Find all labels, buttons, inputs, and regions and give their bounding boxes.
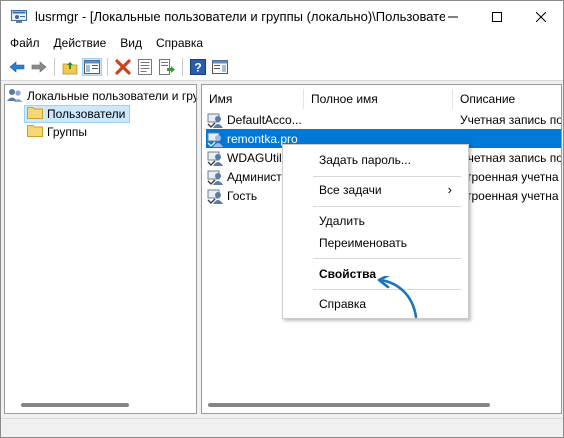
tree-horizontal-scrollbar[interactable] xyxy=(7,401,195,409)
title-bar: lusrmgr - [Локальные пользователи и груп… xyxy=(1,1,563,33)
folder-icon xyxy=(27,106,43,122)
tree-item-root[interactable]: Локальные пользователи и гру xyxy=(7,87,197,106)
menu-separator xyxy=(313,206,461,207)
lusrmgr-window: lusrmgr - [Локальные пользователи и груп… xyxy=(0,0,564,438)
toolbar: ? xyxy=(1,53,563,81)
tree-item-label: Группы xyxy=(47,125,87,139)
annotation-arrow-icon xyxy=(377,276,418,319)
menu-item-all-tasks[interactable]: Все задачи › xyxy=(283,180,468,200)
menu-separator xyxy=(313,258,461,259)
show-hide-action-pane-icon[interactable] xyxy=(210,58,230,76)
column-header-full-name[interactable]: Полное имя xyxy=(304,89,452,109)
help-icon[interactable]: ? xyxy=(188,58,208,76)
menu-separator xyxy=(313,176,461,177)
menu-item-label: Все задачи xyxy=(319,183,382,197)
user-description: строенная учетна xyxy=(460,188,559,203)
user-description: строенная учетна xyxy=(460,169,559,184)
svg-text:?: ? xyxy=(194,61,201,75)
maximize-button[interactable] xyxy=(475,1,519,33)
toolbar-separator xyxy=(54,58,55,76)
lusrmgr-app-icon xyxy=(11,10,27,24)
properties-icon[interactable] xyxy=(135,58,155,76)
tree-item-users[interactable]: Пользователи xyxy=(24,105,130,123)
toolbar-separator xyxy=(182,58,183,76)
folder-icon xyxy=(27,124,43,140)
user-icon xyxy=(207,112,223,128)
forward-arrow-icon[interactable] xyxy=(29,58,49,76)
show-hide-tree-icon[interactable] xyxy=(82,58,102,76)
menu-item-rename[interactable]: Переименовать xyxy=(283,233,468,253)
column-header-description[interactable]: Описание xyxy=(453,89,561,109)
user-icon xyxy=(207,150,223,166)
user-icon xyxy=(207,131,223,147)
menu-item-delete[interactable]: Удалить xyxy=(283,211,468,231)
menu-help[interactable]: Справка xyxy=(149,33,210,53)
window-title: lusrmgr - [Локальные пользователи и груп… xyxy=(35,9,445,24)
list-item[interactable]: DefaultAcco... Учетная запись по xyxy=(206,110,562,129)
user-icon xyxy=(207,188,223,204)
console-tree: Локальные пользователи и гру Пользовател… xyxy=(4,84,197,414)
menu-action[interactable]: Действие xyxy=(47,33,114,53)
user-icon xyxy=(207,169,223,185)
status-bar xyxy=(1,418,563,437)
tree-item-groups[interactable]: Группы xyxy=(25,123,125,141)
list-horizontal-scrollbar[interactable] xyxy=(204,401,560,409)
chevron-right-icon: › xyxy=(447,182,452,197)
scrollbar-thumb[interactable] xyxy=(208,403,490,407)
up-folder-icon[interactable] xyxy=(60,58,80,76)
minimize-button[interactable] xyxy=(431,1,475,33)
delete-icon[interactable] xyxy=(113,58,133,76)
menu-view[interactable]: Вид xyxy=(113,33,149,53)
user-name: DefaultAcco... xyxy=(227,112,302,127)
back-arrow-icon[interactable] xyxy=(7,58,27,76)
close-button[interactable] xyxy=(519,1,563,33)
toolbar-separator xyxy=(107,58,108,76)
scrollbar-thumb[interactable] xyxy=(21,403,129,407)
user-description: Учетная запись по xyxy=(460,150,562,165)
tree-item-label: Пользователи xyxy=(47,107,126,121)
column-header-name[interactable]: Имя xyxy=(202,89,302,109)
export-list-icon[interactable] xyxy=(157,58,177,76)
menu-file[interactable]: Файл xyxy=(1,33,47,53)
local-users-groups-icon xyxy=(7,87,23,106)
menu-bar: Файл Действие Вид Справка xyxy=(1,33,563,53)
tree-root-label: Локальные пользователи и гру xyxy=(27,89,197,103)
menu-item-set-password[interactable]: Задать пароль... xyxy=(283,150,468,170)
user-description: Учетная запись по xyxy=(460,112,562,127)
